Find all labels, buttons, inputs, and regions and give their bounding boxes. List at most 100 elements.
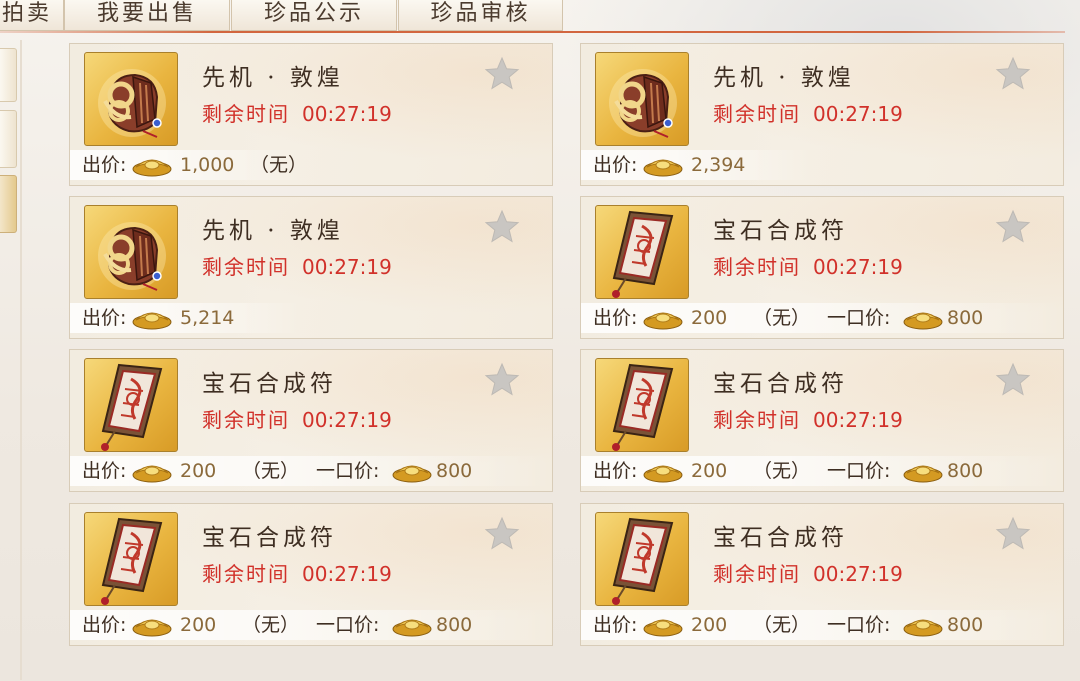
price-row: 出价: 200 （无） 一口价: 800 [581,610,1063,640]
side-tab-3[interactable] [0,175,17,233]
gold-ingot-icon [132,159,172,177]
price-row: 出价: 5,214 [70,303,302,333]
auction-item-card[interactable]: 先机 · 敦煌 剩余时间 00:27:19 出价: 2,394 [580,43,1064,186]
side-rail [20,40,22,680]
item-icon-frame[interactable] [595,205,689,299]
pouch-item-icon [98,69,166,138]
remaining-time: 剩余时间 00:27:19 [202,404,392,433]
remaining-time: 剩余时间 00:27:19 [202,251,392,280]
item-icon-frame[interactable] [84,358,178,452]
remaining-time: 剩余时间 00:27:19 [713,558,903,587]
favorite-star-icon[interactable] [995,56,1031,92]
bid-label: 出价: [593,614,638,636]
buyout-label: 一口价: [827,614,891,636]
favorite-star-icon[interactable] [484,362,520,398]
price-row: 出价: 2,394 [581,150,813,180]
bid-note: （无） [753,614,811,636]
gold-ingot-icon [903,465,943,483]
remaining-time-value: 00:27:19 [813,102,903,126]
item-name: 宝石合成符 [713,525,848,551]
item-name: 先机 · 敦煌 [713,65,855,91]
bid-label: 出价: [593,460,638,482]
tab-auction[interactable]: 拍卖 [0,0,64,31]
talisman-item-icon [612,363,674,451]
gold-ingot-icon [132,465,172,483]
buyout-label: 一口价: [316,460,380,482]
remaining-time-value: 00:27:19 [813,408,903,432]
bid-label: 出价: [82,614,127,636]
favorite-star-icon[interactable] [995,516,1031,552]
auction-item-card[interactable]: 宝石合成符 剩余时间 00:27:19 出价: 200 （无） 一口价: 800 [69,503,553,646]
remaining-time: 剩余时间 00:27:19 [713,404,903,433]
item-name: 先机 · 敦煌 [202,218,344,244]
item-name: 宝石合成符 [713,218,848,244]
auction-item-card[interactable]: 宝石合成符 剩余时间 00:27:19 出价: 200 （无） 一口价: 800 [580,349,1064,492]
auction-item-card[interactable]: 先机 · 敦煌 剩余时间 00:27:19 出价: 5,214 [69,196,553,339]
remaining-time: 剩余时间 00:27:19 [713,98,903,127]
item-icon-frame[interactable] [84,512,178,606]
remaining-time-label: 剩余时间 [202,255,290,279]
bid-label: 出价: [82,154,127,176]
remaining-time-label: 剩余时间 [202,408,290,432]
bid-note: （无） [242,614,300,636]
side-tab-2[interactable] [0,110,17,168]
auction-item-card[interactable]: 宝石合成符 剩余时间 00:27:19 出价: 200 （无） 一口价: 800 [580,503,1064,646]
remaining-time-label: 剩余时间 [713,562,801,586]
gold-ingot-icon [132,619,172,637]
favorite-star-icon[interactable] [995,362,1031,398]
favorite-star-icon[interactable] [484,56,520,92]
bid-value: 200 [691,614,728,636]
remaining-time-value: 00:27:19 [813,255,903,279]
auction-item-card[interactable]: 先机 · 敦煌 剩余时间 00:27:19 出价: 1,000 （无） [69,43,553,186]
item-icon-frame[interactable] [595,512,689,606]
remaining-time: 剩余时间 00:27:19 [202,558,392,587]
remaining-time-value: 00:27:19 [813,562,903,586]
bid-label: 出价: [593,154,638,176]
buyout-label: 一口价: [827,307,891,329]
favorite-star-icon[interactable] [484,516,520,552]
talisman-item-icon [101,517,163,605]
gold-ingot-icon [643,312,683,330]
remaining-time-label: 剩余时间 [202,562,290,586]
auction-item-card[interactable]: 宝石合成符 剩余时间 00:27:19 出价: 200 （无） 一口价: 800 [580,196,1064,339]
remaining-time: 剩余时间 00:27:19 [202,98,392,127]
bid-note: （无） [753,307,811,329]
remaining-time-label: 剩余时间 [202,102,290,126]
item-icon-frame[interactable] [84,52,178,146]
buyout-value: 800 [436,460,473,482]
gold-ingot-icon [132,312,172,330]
favorite-star-icon[interactable] [995,209,1031,245]
auction-item-card[interactable]: 宝石合成符 剩余时间 00:27:19 出价: 200 （无） 一口价: 800 [69,349,553,492]
buyout-label: 一口价: [827,460,891,482]
gold-ingot-icon [392,619,432,637]
talisman-item-icon [612,517,674,605]
tab-treasure-review[interactable]: 珍品审核 [398,0,563,31]
item-icon-frame[interactable] [595,358,689,452]
side-tab-1[interactable] [0,48,17,102]
item-name: 先机 · 敦煌 [202,65,344,91]
remaining-time-value: 00:27:19 [302,408,392,432]
side-category-bar [0,40,22,680]
talisman-item-icon [612,210,674,298]
buyout-value: 800 [947,614,984,636]
gold-ingot-icon [643,619,683,637]
bid-value: 1,000 [180,154,235,176]
tab-treasure-public[interactable]: 珍品公示 [231,0,397,31]
item-icon-frame[interactable] [595,52,689,146]
bid-value: 200 [180,614,217,636]
tab-sell[interactable]: 我要出售 [64,0,230,31]
gold-ingot-icon [903,619,943,637]
remaining-time-value: 00:27:19 [302,562,392,586]
price-row: 出价: 200 （无） 一口价: 800 [581,303,1063,333]
buyout-value: 800 [947,460,984,482]
price-row: 出价: 200 （无） 一口价: 800 [70,456,552,486]
gold-ingot-icon [903,312,943,330]
favorite-star-icon[interactable] [484,209,520,245]
price-row: 出价: 200 （无） 一口价: 800 [581,456,1063,486]
pouch-item-icon [98,222,166,291]
bid-value: 2,394 [691,154,746,176]
bid-label: 出价: [593,307,638,329]
remaining-time-value: 00:27:19 [302,102,392,126]
remaining-time-label: 剩余时间 [713,102,801,126]
item-icon-frame[interactable] [84,205,178,299]
